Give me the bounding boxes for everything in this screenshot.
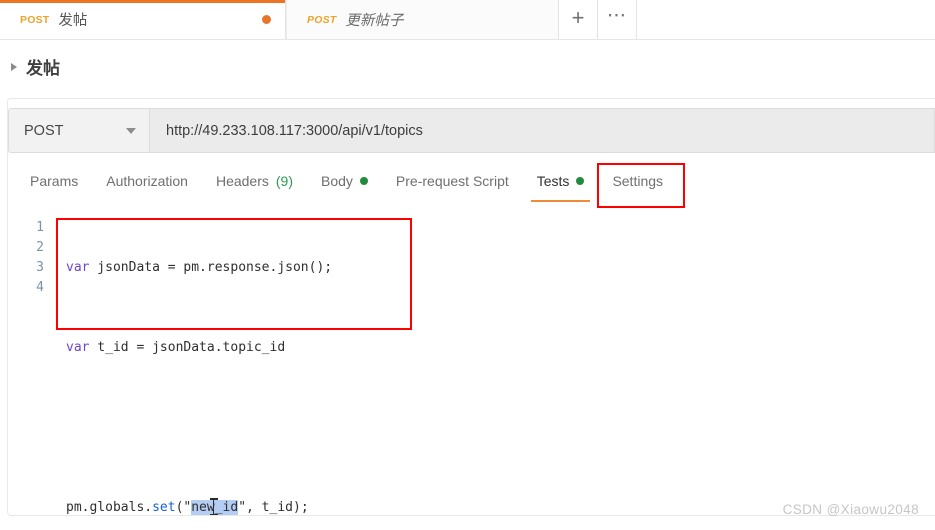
keyword-var: var <box>66 260 90 275</box>
code-text: t_id = jsonData.topic_id <box>89 340 286 355</box>
request-tab-fatie[interactable]: POST 发帖 <box>0 0 286 39</box>
selected-string-new-id[interactable]: new_id <box>191 498 239 515</box>
body-active-dot-icon <box>359 177 368 185</box>
headers-count-badge: (9) <box>275 173 293 189</box>
tab-label: Tests <box>536 173 570 189</box>
postman-window: POST 发帖 POST 更新帖子 + ⋯ 发帖 POST http://49.… <box>0 0 935 530</box>
tab-label: Pre-request Script <box>395 173 509 189</box>
editor-code-area[interactable]: var jsonData = pm.response.json(); var t… <box>52 210 935 515</box>
tab-headers[interactable]: Headers (9) <box>202 163 307 202</box>
tab-pre-request-script[interactable]: Pre-request Script <box>382 163 523 202</box>
code-text-close: ", t_id); <box>238 500 309 515</box>
tab-label: Headers <box>215 173 269 189</box>
line-number: 2 <box>36 240 44 255</box>
tab-method-label: POST <box>307 13 337 26</box>
http-method-select[interactable]: POST <box>8 108 150 153</box>
code-text: jsonData = pm.response.json(); <box>89 260 333 275</box>
tab-label: Params <box>30 173 79 189</box>
unsaved-changes-dot-icon <box>262 15 271 24</box>
tab-title-label: 发帖 <box>58 13 88 29</box>
request-tab-strip: POST 发帖 POST 更新帖子 + ⋯ <box>0 0 935 40</box>
line-number: 4 <box>36 280 44 295</box>
plus-icon: + <box>571 5 585 30</box>
code-function-set: set <box>152 500 176 515</box>
tests-script-editor[interactable]: 1 2 3 4 var jsonData = pm.response.json(… <box>8 210 935 515</box>
code-line-2: var t_id = jsonData.topic_id <box>66 338 935 358</box>
tab-body[interactable]: Body <box>307 163 382 202</box>
chevron-down-icon <box>126 127 136 134</box>
caret-right-icon[interactable] <box>11 62 17 71</box>
editor-line-number-gutter: 1 2 3 4 <box>8 210 52 510</box>
line-number: 3 <box>36 260 44 275</box>
code-text-prefix: pm.globals. <box>66 500 153 515</box>
request-panel: POST http://49.233.108.117:3000/api/v1/t… <box>7 98 935 516</box>
code-text-open: (" <box>175 500 192 515</box>
keyword-var: var <box>66 340 90 355</box>
tab-strip-filler <box>637 0 935 39</box>
http-method-label: POST <box>24 122 64 139</box>
tab-settings[interactable]: Settings <box>598 163 677 202</box>
new-tab-button[interactable]: + <box>559 0 598 39</box>
tab-tests[interactable]: Tests <box>523 163 599 202</box>
request-section-tabs: Params Authorization Headers (9) Body Pr… <box>8 163 935 207</box>
page-title: 发帖 <box>26 59 60 78</box>
tab-title-label: 更新帖子 <box>345 13 404 29</box>
tab-label: Authorization <box>106 173 188 189</box>
tab-label: Body <box>321 173 353 189</box>
tab-label: Settings <box>612 173 664 189</box>
tab-options-button[interactable]: ⋯ <box>598 0 637 39</box>
line-number: 1 <box>36 220 44 235</box>
breadcrumb: 发帖 <box>0 40 935 93</box>
text-cursor-icon <box>210 498 217 515</box>
tab-params[interactable]: Params <box>16 163 92 202</box>
code-line-1: var jsonData = pm.response.json(); <box>66 258 935 278</box>
tests-active-dot-icon <box>576 177 585 185</box>
request-tab-gengxintiezi[interactable]: POST 更新帖子 <box>286 0 559 39</box>
url-input[interactable]: http://49.233.108.117:3000/api/v1/topics <box>150 108 935 153</box>
tab-method-label: POST <box>20 13 50 26</box>
url-bar: POST http://49.233.108.117:3000/api/v1/t… <box>8 108 935 153</box>
ellipsis-icon: ⋯ <box>607 4 627 26</box>
tab-authorization[interactable]: Authorization <box>92 163 202 202</box>
watermark: CSDN @Xiaowu2048 <box>782 502 919 517</box>
